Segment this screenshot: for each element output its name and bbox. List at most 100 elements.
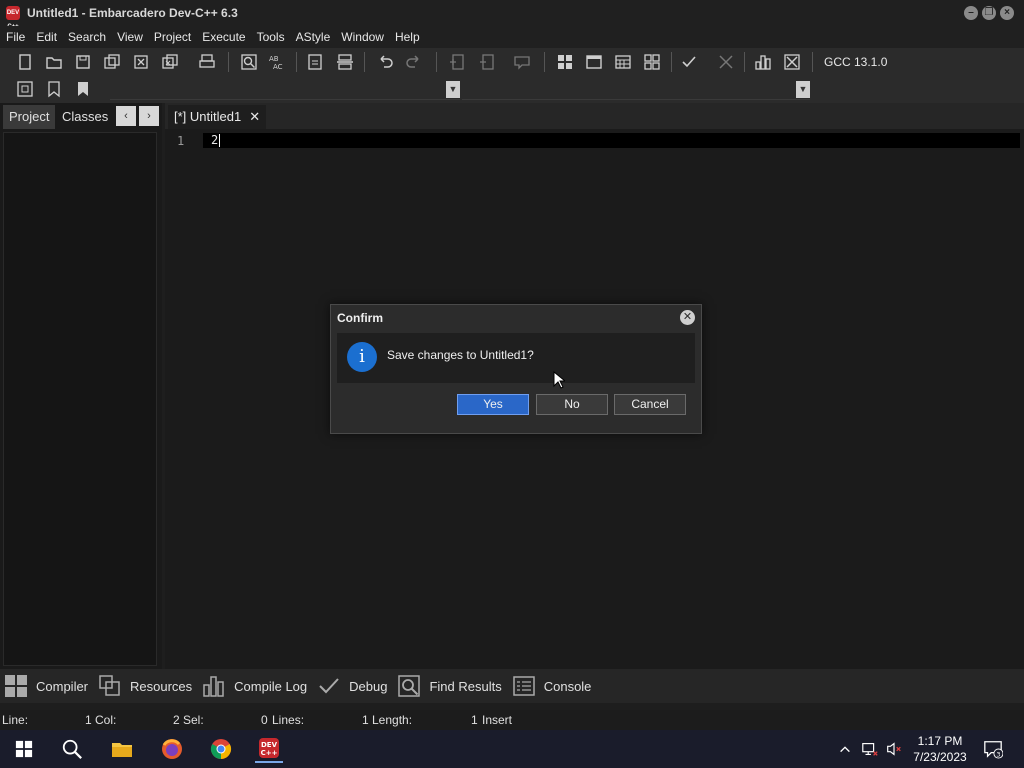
code-text[interactable]: 2 — [211, 133, 221, 148]
menu-file[interactable]: File — [2, 30, 29, 44]
editor-tab-bar: [*] Untitled1 ✕ — [165, 103, 1024, 129]
calendar-icon[interactable] — [612, 51, 634, 73]
chevron-down-icon[interactable]: ▼ — [446, 81, 460, 98]
window-icon[interactable] — [583, 51, 605, 73]
chrome-icon[interactable] — [207, 735, 235, 763]
line-number: 1 — [177, 134, 185, 148]
remove-project-icon[interactable] — [476, 51, 498, 73]
editor-tab-untitled1[interactable]: [*] Untitled1 ✕ — [168, 105, 267, 129]
chevron-left-icon[interactable]: ‹ — [116, 106, 136, 126]
main-toolbar: AB AC GCC 13.1.0 — [0, 48, 1024, 76]
chevron-up-icon[interactable] — [834, 735, 856, 763]
menu-execute[interactable]: Execute — [198, 30, 249, 44]
windows-taskbar: DEV C++ 1:17 PM 7/23/2023 3 — [0, 730, 1024, 768]
close-window-button[interactable]: × — [1000, 6, 1014, 20]
resources-icon — [99, 675, 120, 696]
title-bar: DEV C++ Untitled1 - Embarcadero Dev-C++ … — [0, 0, 1024, 30]
status-col-value: 2 — [173, 713, 180, 727]
menu-help[interactable]: Help — [391, 30, 424, 44]
console-icon — [512, 676, 535, 696]
save-all-icon[interactable] — [101, 51, 123, 73]
function-combo[interactable]: ▼ — [462, 79, 810, 100]
bookmark-icon[interactable] — [43, 78, 65, 100]
find-results-icon — [398, 675, 421, 697]
menu-project[interactable]: Project — [150, 30, 195, 44]
open-file-icon[interactable] — [43, 51, 65, 73]
compiler-select[interactable]: GCC 13.1.0 — [818, 51, 1018, 73]
check-icon[interactable] — [678, 51, 700, 73]
file-explorer-icon[interactable] — [108, 735, 136, 763]
save-icon[interactable] — [72, 51, 94, 73]
close-all-icon[interactable] — [159, 51, 181, 73]
firefox-icon[interactable] — [158, 735, 186, 763]
class-combo[interactable]: ▼ — [110, 79, 460, 100]
notifications-icon[interactable]: 3 — [980, 735, 1006, 763]
status-sel-value: 0 — [261, 713, 268, 727]
tab-project[interactable]: Project — [3, 105, 56, 129]
tab-console[interactable]: Console — [512, 674, 591, 698]
dev-cpp-app-icon: DEV C++ — [6, 6, 20, 30]
project-tree[interactable] — [3, 132, 157, 666]
restore-button[interactable]: ❐ — [982, 6, 996, 20]
left-panel: Project Classes ‹ › — [0, 103, 162, 669]
dev-cpp-taskbar-icon[interactable]: DEV C++ — [255, 735, 283, 763]
tab-find-results[interactable]: Find Results — [397, 674, 502, 698]
chart-icon[interactable] — [752, 51, 774, 73]
status-line-label: Line: — [2, 713, 29, 727]
delete-icon[interactable] — [781, 51, 803, 73]
search-icon[interactable] — [58, 735, 86, 763]
status-length-label: Length: — [372, 713, 413, 727]
unindent-icon[interactable] — [334, 51, 356, 73]
tab-compile-log[interactable]: Compile Log — [202, 674, 307, 698]
close-tab-icon[interactable]: ✕ — [249, 105, 260, 129]
editor-tab-label: [*] Untitled1 — [174, 109, 242, 124]
status-lines-value: 1 — [362, 713, 369, 727]
menu-tools[interactable]: Tools — [253, 30, 289, 44]
info-icon: i — [347, 342, 377, 372]
status-length-value: 1 — [471, 713, 478, 727]
close-file-icon[interactable] — [130, 51, 152, 73]
find-icon[interactable] — [238, 51, 260, 73]
no-button[interactable]: No — [536, 394, 608, 415]
new-project-icon[interactable] — [446, 51, 468, 73]
svg-text:C++: C++ — [261, 749, 278, 757]
chevron-down-icon[interactable]: ▼ — [796, 81, 810, 98]
comment-icon[interactable] — [511, 51, 533, 73]
clock-time: 1:17 PM — [917, 734, 963, 748]
replace-icon[interactable]: AB AC — [266, 51, 288, 73]
clock[interactable]: 1:17 PM 7/23/2023 — [900, 733, 980, 765]
tab-classes[interactable]: Classes — [56, 105, 114, 129]
menu-edit[interactable]: Edit — [32, 30, 61, 44]
close-icon[interactable]: ✕ — [680, 310, 695, 325]
menu-view[interactable]: View — [113, 30, 147, 44]
secondary-toolbar: ▼ ▼ — [0, 76, 1024, 103]
undo-icon[interactable] — [374, 51, 396, 73]
redo-icon[interactable] — [403, 51, 425, 73]
dialog-body: i Save changes to Untitled1? — [337, 333, 695, 383]
goto-icon[interactable] — [14, 78, 36, 100]
cancel-button[interactable]: Cancel — [614, 394, 686, 415]
grid-icon[interactable] — [641, 51, 663, 73]
menu-window[interactable]: Window — [337, 30, 388, 44]
yes-button[interactable]: Yes — [457, 394, 529, 415]
layout-grid-icon[interactable] — [554, 51, 576, 73]
menu-search[interactable]: Search — [64, 30, 110, 44]
indent-icon[interactable] — [304, 51, 326, 73]
new-file-icon[interactable] — [14, 51, 36, 73]
print-icon[interactable] — [196, 51, 218, 73]
dialog-title: Confirm — [337, 311, 383, 325]
menu-astyle[interactable]: AStyle — [292, 30, 335, 44]
minimize-button[interactable]: – — [964, 6, 978, 20]
network-icon[interactable] — [858, 735, 882, 763]
tab-resources[interactable]: Resources — [98, 674, 192, 698]
status-lines-label: Lines: — [272, 713, 305, 727]
bookmark-filled-icon[interactable] — [72, 78, 94, 100]
tab-debug[interactable]: Debug — [317, 674, 387, 698]
cross-icon[interactable] — [715, 51, 737, 73]
status-mode: Insert — [482, 713, 513, 727]
windows-start-icon[interactable] — [10, 735, 38, 763]
current-line: 2 — [203, 133, 1020, 148]
chevron-right-icon[interactable]: › — [139, 106, 159, 126]
bottom-panel-tabs: Compiler Resources Compile Log Debug Fin… — [0, 669, 1024, 703]
tab-compiler[interactable]: Compiler — [4, 674, 88, 698]
